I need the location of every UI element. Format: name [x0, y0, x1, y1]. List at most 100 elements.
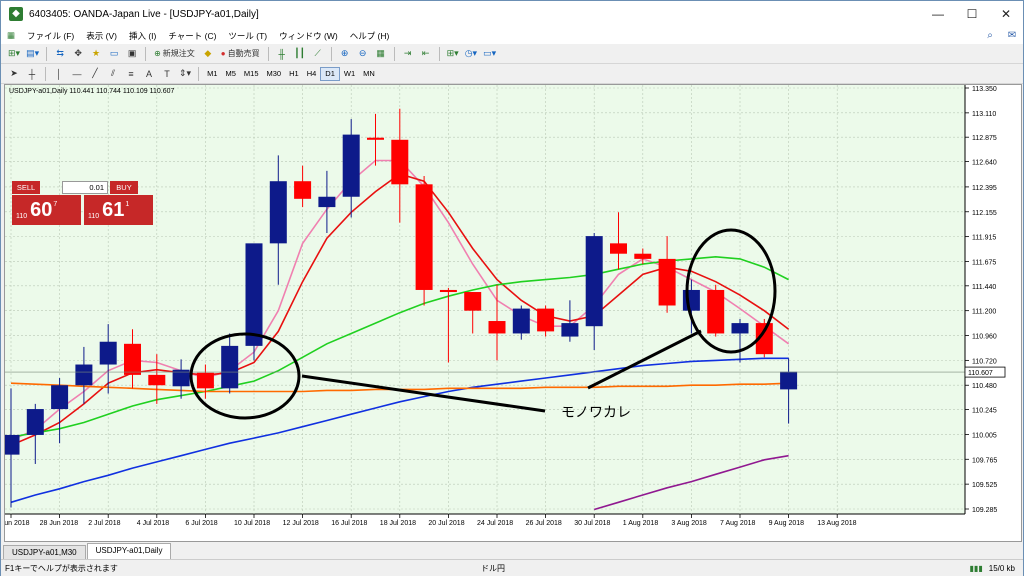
chart-shift-icon[interactable]: ⇤ — [418, 46, 434, 62]
time-tick-label: 2 Jul 2018 — [88, 520, 120, 527]
timeframe-h1[interactable]: H1 — [285, 67, 303, 81]
time-tick-label: 7 Aug 2018 — [720, 520, 756, 527]
menu-view[interactable]: 表示 (V) — [80, 30, 123, 42]
tab-usdjpy-daily[interactable]: USDJPY-a01,Daily — [86, 543, 172, 559]
chat-icon[interactable]: ✉ — [1001, 30, 1023, 41]
candle-body — [245, 243, 263, 346]
buy-price-prefix: 110 — [88, 213, 100, 220]
terminal-icon[interactable]: ▭ — [106, 46, 122, 62]
price-tick-label: 112.640 — [972, 160, 997, 167]
standard-toolbar: ⊞▾ ▤▾ ⇆ ✥ ★ ▭ ▣ ⊕ 新規注文 ◆ ● 自動売買 ╫ ┃┃ ⟋ ⊕ ⊖… — [1, 44, 1023, 64]
menu-file[interactable]: ファイル (F) — [21, 30, 80, 42]
new-order-label: 新規注文 — [162, 49, 195, 58]
candle-body — [269, 181, 287, 244]
candle-body — [124, 343, 141, 375]
lot-size-input[interactable]: 0.01 — [62, 180, 108, 194]
close-icon[interactable]: ✕ — [989, 1, 1023, 27]
bar-chart-icon[interactable]: ╫ — [274, 46, 290, 62]
candle-body — [221, 345, 239, 389]
fibonacci-icon[interactable]: ≡ — [123, 66, 139, 82]
zoom-out-icon[interactable]: ⊖ — [355, 46, 371, 62]
auto-trade-label: 自動売買 — [227, 49, 260, 58]
channel-icon[interactable]: ⫽ — [105, 66, 121, 82]
status-profile: ドル円 — [481, 563, 505, 573]
text-tool-icon[interactable]: A — [141, 66, 157, 82]
new-chart-icon[interactable]: ⊞▾ — [6, 46, 22, 62]
candle-body — [561, 323, 579, 337]
price-tick-label: 110.005 — [972, 432, 997, 439]
timeframe-m30[interactable]: M30 — [263, 67, 286, 81]
timeframe-m1[interactable]: M1 — [203, 67, 221, 81]
navigator-icon[interactable]: ★ — [88, 46, 104, 62]
buy-button[interactable]: BUY — [110, 180, 138, 194]
toolbar-separator — [330, 46, 332, 61]
tile-windows-icon[interactable]: ▦ — [373, 46, 389, 62]
buy-price-main: 61 — [102, 199, 125, 221]
timeframe-h4[interactable]: H4 — [303, 67, 321, 81]
connection-icon: ▮▮▮ — [969, 563, 983, 573]
candle-body — [26, 409, 44, 435]
cursor-icon[interactable]: ➤ — [6, 66, 22, 82]
toolbar-separator — [438, 46, 440, 61]
timeframe-d1[interactable]: D1 — [320, 66, 340, 81]
candle-body — [780, 371, 798, 390]
line-chart-icon[interactable]: ⟋ — [310, 46, 326, 62]
tester-icon[interactable]: ▣ — [124, 46, 140, 62]
timeframe-m15[interactable]: M15 — [240, 67, 263, 81]
timeframe-mn[interactable]: MN — [359, 67, 379, 81]
autoscroll-icon[interactable]: ⇥ — [400, 46, 416, 62]
new-order-icon: ⊕ — [154, 49, 161, 58]
candle-body — [196, 372, 214, 389]
candle-body — [391, 139, 409, 185]
auto-trade-button[interactable]: ● 自動売買 — [218, 46, 263, 62]
title-bar: ◆ 6403405: OANDA-Japan Live - [USDJPY-a0… — [1, 1, 1023, 27]
metaeditor-icon[interactable]: ◆ — [200, 46, 216, 62]
sell-button[interactable]: SELL — [12, 180, 40, 194]
chart-menu-icon[interactable]: ▦ — [1, 30, 21, 41]
vertical-line-icon[interactable]: │ — [51, 66, 67, 82]
trendline-icon[interactable]: ╱ — [87, 66, 103, 82]
price-tick-label: 110.720 — [972, 358, 997, 365]
menu-chart[interactable]: チャート (C) — [162, 30, 222, 42]
minimize-icon[interactable]: — — [921, 1, 955, 27]
zoom-in-icon[interactable]: ⊕ — [337, 46, 353, 62]
menu-tools[interactable]: ツール (T) — [222, 30, 273, 42]
profiles-icon[interactable]: ▤▾ — [24, 46, 41, 62]
buy-price-box[interactable]: 110 61 1 — [84, 195, 153, 225]
price-tick-label: 111.675 — [972, 259, 996, 266]
search-icon[interactable]: ⌕ — [979, 30, 1001, 41]
price-chart[interactable]: 113.350 113.110 112.875 112.640 112.395 112.1… — [0, 85, 1021, 541]
menu-window[interactable]: ウィンドウ (W) — [273, 30, 344, 42]
time-tick-label: 6 Jul 2018 — [185, 520, 217, 527]
data-window-icon[interactable]: ✥ — [70, 46, 86, 62]
maximize-icon[interactable]: ☐ — [955, 1, 989, 27]
sell-price-prefix: 110 — [16, 213, 28, 220]
timeframe-w1[interactable]: W1 — [340, 67, 359, 81]
candle-body — [2, 434, 20, 455]
menu-help[interactable]: ヘルプ (H) — [344, 30, 396, 42]
arrows-tool-icon[interactable]: ⇕▾ — [177, 66, 193, 82]
new-order-button[interactable]: ⊕ 新規注文 — [151, 46, 198, 62]
templates-icon[interactable]: ▭▾ — [481, 46, 498, 62]
time-tick-label: 13 Aug 2018 — [817, 520, 856, 527]
price-tick-label: 110.480 — [972, 383, 997, 390]
periods-icon[interactable]: ◷▾ — [463, 46, 479, 62]
horizontal-line-icon[interactable]: — — [69, 66, 85, 82]
timeframe-m5[interactable]: M5 — [221, 67, 239, 81]
market-watch-icon[interactable]: ⇆ — [52, 46, 68, 62]
price-tick-label: 113.110 — [972, 111, 996, 118]
price-tick-label: 112.395 — [972, 185, 997, 192]
time-tick-label: 24 Jul 2018 — [477, 520, 513, 527]
candle-chart-icon[interactable]: ┃┃ — [292, 46, 308, 62]
label-tool-icon[interactable]: T — [159, 66, 175, 82]
tab-usdjpy-m30[interactable]: USDJPY-a01,M30 — [3, 545, 86, 559]
chart-window[interactable]: 113.350 113.110 112.875 112.640 112.395 112.1… — [0, 84, 1022, 542]
indicators-icon[interactable]: ⊞▾ — [445, 46, 461, 62]
sell-price-box[interactable]: 110 60 7 — [12, 195, 81, 225]
time-tick-label: 26 Jun 2018 — [5, 520, 30, 527]
menu-insert[interactable]: 挿入 (I) — [123, 30, 162, 42]
plot-area — [5, 85, 965, 514]
price-tick-label: 109.285 — [972, 507, 997, 514]
crosshair-icon[interactable]: ┼ — [24, 66, 40, 82]
sell-price-pip: 7 — [53, 201, 58, 208]
